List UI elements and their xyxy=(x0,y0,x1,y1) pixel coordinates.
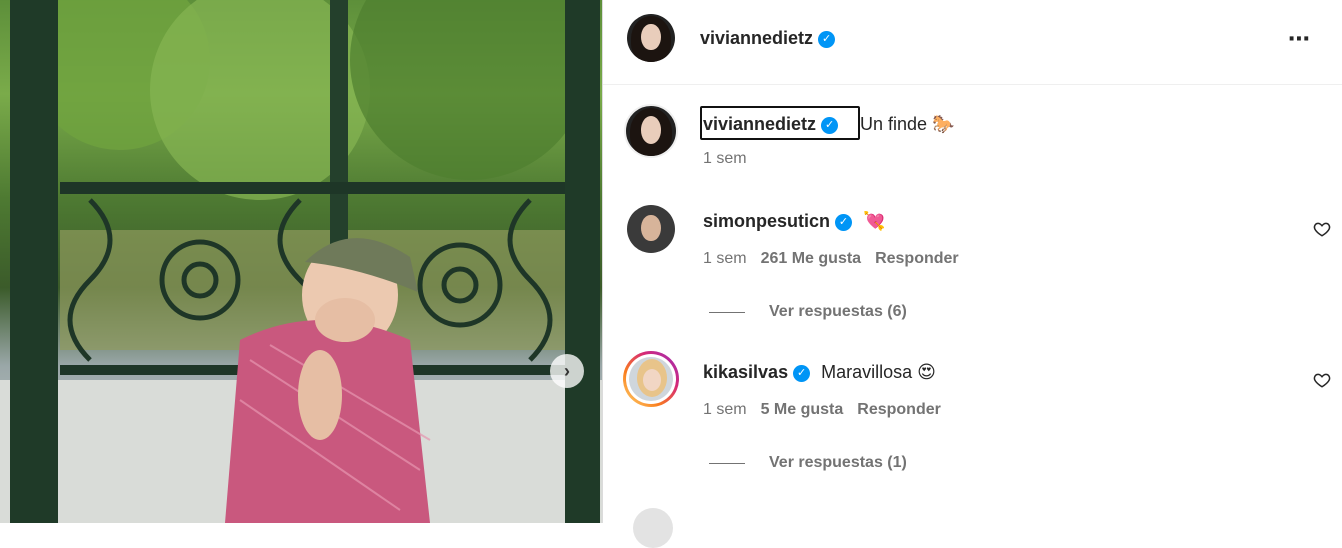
more-options-icon[interactable]: ⋯ xyxy=(1288,26,1311,52)
comment-header: kikasilvas ✓ Maravillosa 😍 xyxy=(703,362,936,383)
replies-divider xyxy=(709,312,745,313)
caption-timestamp[interactable]: 1 sem xyxy=(703,150,747,168)
next-photo-button[interactable]: › xyxy=(550,354,584,388)
comment-meta: 1 sem 5 Me gusta Responder xyxy=(703,401,941,419)
comment-username[interactable]: simonpesuticn xyxy=(703,211,830,231)
comment-username[interactable]: kikasilvas xyxy=(703,362,788,382)
author-username-row: viviannedietz ✓ xyxy=(700,28,836,49)
reply-button[interactable]: Responder xyxy=(875,250,959,267)
verified-badge-icon: ✓ xyxy=(821,116,839,134)
caption-username-row: viviannedietz ✓ xyxy=(703,114,839,135)
view-replies-button[interactable]: Ver respuestas (6) xyxy=(769,303,907,321)
comment-meta: 1 sem 261 Me gusta Responder xyxy=(703,250,959,268)
replies-divider xyxy=(709,463,745,464)
comment-likes[interactable]: 5 Me gusta xyxy=(761,401,844,418)
instagram-post-view: › viviannedietz ✓ ⋯ viviannedietz ✓ Un fin… xyxy=(0,0,1342,548)
caption-username[interactable]: viviannedietz xyxy=(703,114,816,134)
comment-timestamp[interactable]: 1 sem xyxy=(703,401,747,418)
caption-text: Un finde 🐎 xyxy=(860,114,955,134)
post-header: viviannedietz ✓ ⋯ xyxy=(603,0,1342,85)
verified-badge-icon: ✓ xyxy=(793,364,811,382)
comment-timestamp[interactable]: 1 sem xyxy=(703,250,747,267)
like-heart-icon[interactable] xyxy=(1313,220,1331,238)
like-heart-icon[interactable] xyxy=(1313,371,1331,389)
post-photo: › xyxy=(0,0,602,523)
comment-avatar-story-ring[interactable] xyxy=(623,351,679,407)
comment-text: 💘 xyxy=(863,211,886,231)
author-username[interactable]: viviannedietz xyxy=(700,28,813,48)
photo-illustration xyxy=(0,0,602,523)
verified-badge-icon: ✓ xyxy=(835,213,853,231)
comment-text: Maravillosa 😍 xyxy=(821,362,936,382)
view-replies-button[interactable]: Ver respuestas (1) xyxy=(769,454,907,472)
post-side-panel: viviannedietz ✓ ⋯ viviannedietz ✓ Un finde… xyxy=(602,0,1342,548)
comment-likes[interactable]: 261 Me gusta xyxy=(761,250,861,267)
comment-avatar[interactable] xyxy=(633,508,673,548)
verified-badge-icon: ✓ xyxy=(818,30,836,48)
caption-avatar[interactable] xyxy=(624,104,678,158)
chevron-right-icon: › xyxy=(564,360,570,381)
comment-avatar[interactable] xyxy=(627,205,675,253)
comment-header: simonpesuticn ✓ 💘 xyxy=(703,211,885,232)
reply-button[interactable]: Responder xyxy=(857,401,941,418)
author-avatar[interactable] xyxy=(627,14,675,62)
